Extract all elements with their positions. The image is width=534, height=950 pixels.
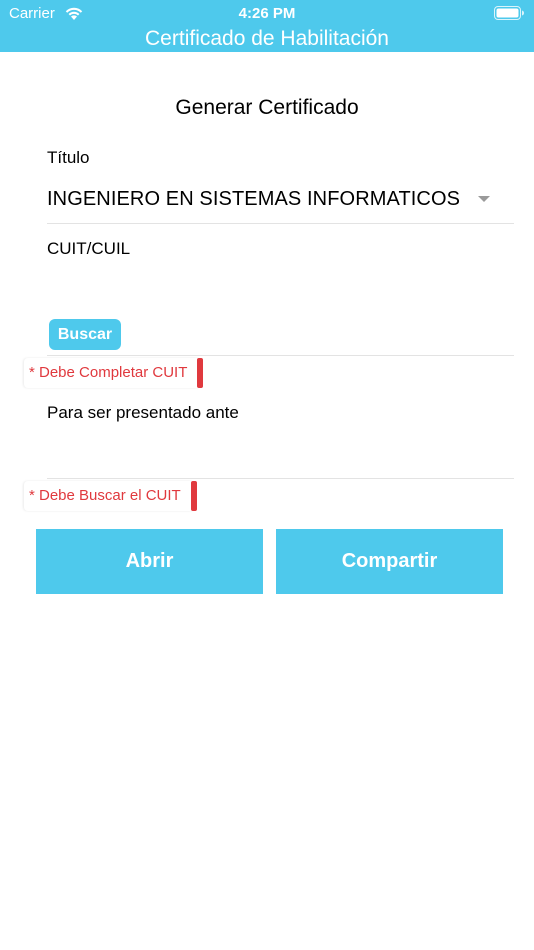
presentado-input[interactable] [47, 478, 514, 479]
cuit-underline [47, 355, 514, 356]
clock: 4:26 PM [238, 5, 296, 22]
status-bar: Carrier 4:26 PM [0, 0, 534, 28]
app-title: Certificado de Habilitación [145, 27, 389, 50]
app-header: Carrier 4:26 PM Certificado de Habilitac… [0, 0, 534, 52]
titulo-label: Título [47, 148, 90, 167]
abrir-button[interactable]: Abrir [36, 529, 263, 594]
cuit-error-marker [197, 358, 204, 388]
buscar-error-marker [190, 481, 197, 511]
presentado-label: Para ser presentado ante [47, 403, 239, 422]
cuit-input[interactable] [47, 266, 514, 306]
compartir-button[interactable]: Compartir [276, 529, 503, 594]
caret-down-icon [478, 196, 490, 202]
titulo-selected-value: INGENIERO EN SISTEMAS INFORMATICOS [47, 188, 461, 210]
cuit-label: CUIT/CUIL [47, 239, 131, 258]
buscar-error-text: * Debe Buscar el CUIT [29, 487, 181, 504]
cuit-error-text: * Debe Completar CUIT [29, 364, 188, 381]
buscar-error-tooltip: * Debe Buscar el CUIT [24, 481, 197, 511]
page-title: Generar Certificado [175, 96, 359, 119]
battery-icon [494, 6, 524, 20]
titulo-select[interactable]: INGENIERO EN SISTEMAS INFORMATICOS [47, 184, 514, 224]
buscar-button[interactable]: Buscar [49, 319, 121, 350]
cuit-error-tooltip: * Debe Completar CUIT [24, 358, 204, 388]
